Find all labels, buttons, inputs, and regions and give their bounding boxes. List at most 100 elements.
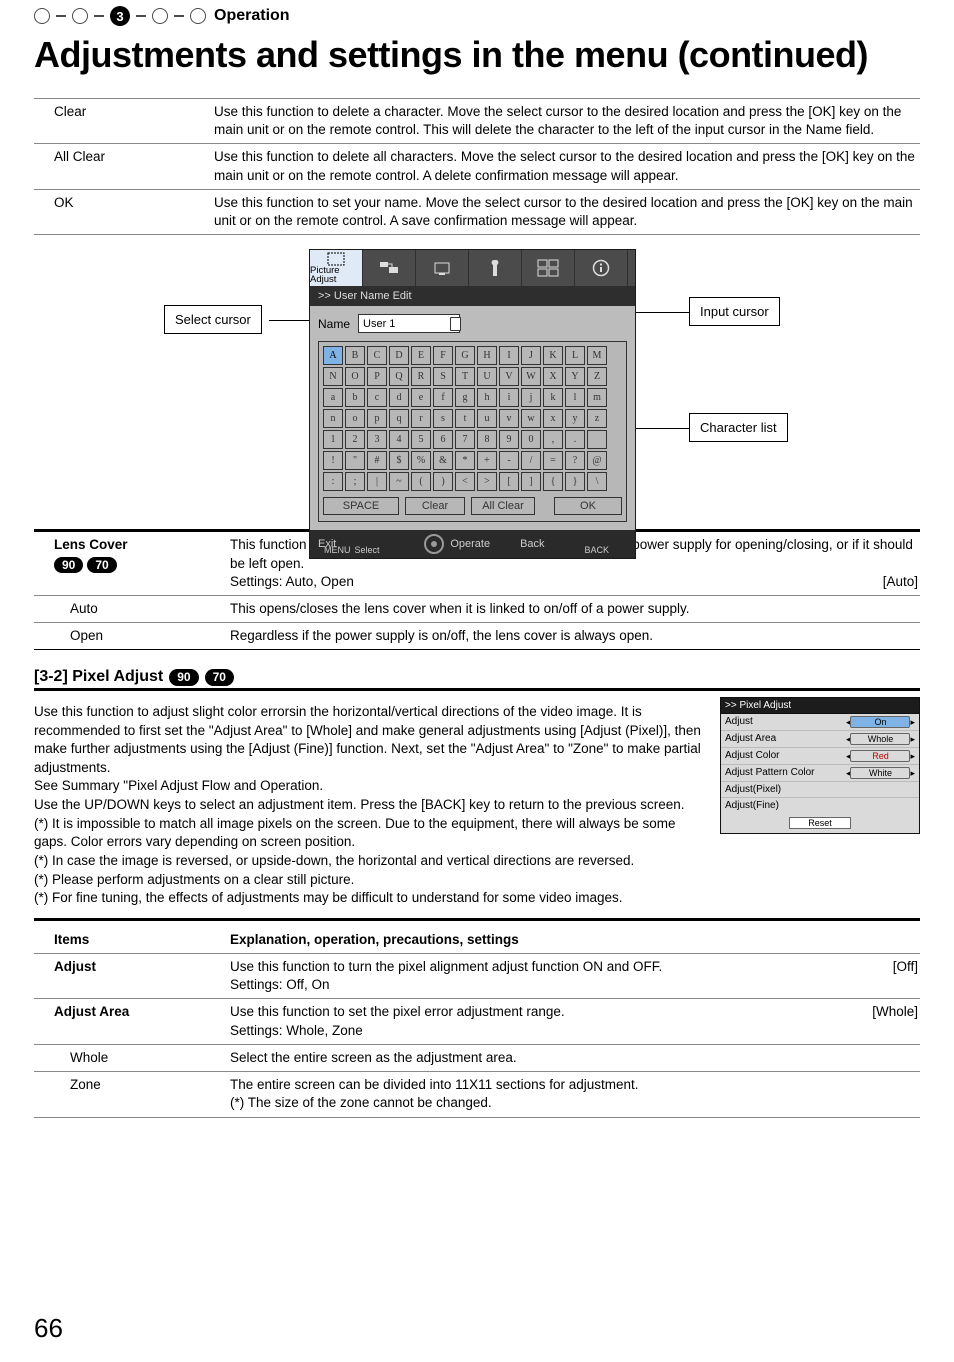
osd-char-key[interactable]: > xyxy=(477,472,497,491)
osd-char-key[interactable]: % xyxy=(411,451,431,470)
osd-char-key[interactable]: v xyxy=(499,409,519,428)
osd-char-key[interactable]: s xyxy=(433,409,453,428)
osd-char-key[interactable]: / xyxy=(521,451,541,470)
osd-char-key[interactable]: W xyxy=(521,367,541,386)
osd-char-key[interactable]: V xyxy=(499,367,519,386)
osd-char-key[interactable]: G xyxy=(455,346,475,365)
osd-tab-grid[interactable] xyxy=(522,250,575,286)
osd-char-key[interactable]: 7 xyxy=(455,430,475,449)
osd-tab-info[interactable] xyxy=(575,250,628,286)
mini-osd-reset-button[interactable]: Reset xyxy=(789,817,851,829)
osd-char-key[interactable]: ~ xyxy=(389,472,409,491)
osd-char-key[interactable]: 0 xyxy=(521,430,541,449)
osd-char-key[interactable]: 4 xyxy=(389,430,409,449)
osd-char-key[interactable]: T xyxy=(455,367,475,386)
osd-allclear-button[interactable]: All Clear xyxy=(471,497,535,515)
osd-char-key[interactable]: f xyxy=(433,388,453,407)
osd-char-key[interactable]: O xyxy=(345,367,365,386)
osd-ok-button[interactable]: OK xyxy=(554,497,622,515)
osd-char-key[interactable]: h xyxy=(477,388,497,407)
osd-char-key[interactable]: { xyxy=(543,472,563,491)
osd-char-key[interactable]: * xyxy=(455,451,475,470)
osd-char-key[interactable]: u xyxy=(477,409,497,428)
osd-tab-input[interactable] xyxy=(363,250,416,286)
osd-char-key[interactable]: F xyxy=(433,346,453,365)
osd-char-key[interactable]: K xyxy=(543,346,563,365)
osd-char-key[interactable]: [ xyxy=(499,472,519,491)
osd-char-key[interactable]: l xyxy=(565,388,585,407)
osd-char-key[interactable]: j xyxy=(521,388,541,407)
osd-char-key[interactable]: i xyxy=(499,388,519,407)
osd-char-key[interactable]: @ xyxy=(587,451,607,470)
osd-char-key[interactable]: : xyxy=(323,472,343,491)
osd-char-key[interactable]: H xyxy=(477,346,497,365)
osd-char-key[interactable]: J xyxy=(521,346,541,365)
osd-char-key[interactable]: ] xyxy=(521,472,541,491)
osd-char-key[interactable]: 6 xyxy=(433,430,453,449)
osd-name-input[interactable]: User 1 xyxy=(358,314,460,333)
osd-char-key[interactable]: R xyxy=(411,367,431,386)
osd-char-key[interactable]: Q xyxy=(389,367,409,386)
osd-char-key[interactable]: } xyxy=(565,472,585,491)
osd-char-key[interactable]: M xyxy=(587,346,607,365)
osd-char-key[interactable]: , xyxy=(543,430,563,449)
osd-char-key[interactable]: X xyxy=(543,367,563,386)
osd-char-key[interactable]: - xyxy=(499,451,519,470)
osd-char-key[interactable]: e xyxy=(411,388,431,407)
osd-char-key[interactable]: I xyxy=(499,346,519,365)
osd-char-key[interactable]: r xyxy=(411,409,431,428)
osd-char-key[interactable]: g xyxy=(455,388,475,407)
osd-char-key[interactable]: 3 xyxy=(367,430,387,449)
osd-char-key[interactable]: q xyxy=(389,409,409,428)
osd-char-key[interactable]: D xyxy=(389,346,409,365)
osd-char-key[interactable]: N xyxy=(323,367,343,386)
osd-space-button[interactable]: SPACE xyxy=(323,497,399,515)
osd-char-key[interactable]: y xyxy=(565,409,585,428)
osd-char-key[interactable]: + xyxy=(477,451,497,470)
osd-char-key[interactable]: Z xyxy=(587,367,607,386)
osd-char-key[interactable]: < xyxy=(455,472,475,491)
osd-char-key[interactable]: E xyxy=(411,346,431,365)
osd-char-key[interactable]: p xyxy=(367,409,387,428)
osd-char-key[interactable]: ! xyxy=(323,451,343,470)
osd-tab-picture-adjust[interactable]: Picture Adjust xyxy=(310,250,363,286)
osd-char-key[interactable]: o xyxy=(345,409,365,428)
osd-char-key[interactable]: 1 xyxy=(323,430,343,449)
mini-osd-chip[interactable]: On xyxy=(850,716,910,728)
osd-char-key[interactable]: d xyxy=(389,388,409,407)
osd-char-key[interactable]: & xyxy=(433,451,453,470)
osd-char-key[interactable]: 9 xyxy=(499,430,519,449)
osd-char-key[interactable]: 5 xyxy=(411,430,431,449)
osd-char-key[interactable] xyxy=(587,430,607,449)
osd-char-key[interactable]: w xyxy=(521,409,541,428)
osd-char-key[interactable]: z xyxy=(587,409,607,428)
osd-clear-button[interactable]: Clear xyxy=(405,497,465,515)
osd-char-key[interactable]: x xyxy=(543,409,563,428)
osd-char-key[interactable]: k xyxy=(543,388,563,407)
osd-char-key[interactable]: \ xyxy=(587,472,607,491)
osd-char-key[interactable]: A xyxy=(323,346,343,365)
osd-tab-settings2[interactable] xyxy=(416,250,469,286)
osd-char-key[interactable]: n xyxy=(323,409,343,428)
osd-tab-tool[interactable] xyxy=(469,250,522,286)
osd-char-key[interactable]: " xyxy=(345,451,365,470)
mini-osd-chip[interactable]: Whole xyxy=(850,733,910,745)
osd-char-key[interactable]: B xyxy=(345,346,365,365)
osd-char-key[interactable]: ? xyxy=(565,451,585,470)
osd-char-key[interactable]: a xyxy=(323,388,343,407)
osd-char-key[interactable]: 8 xyxy=(477,430,497,449)
osd-char-key[interactable]: C xyxy=(367,346,387,365)
osd-char-key[interactable]: # xyxy=(367,451,387,470)
osd-char-key[interactable]: c xyxy=(367,388,387,407)
osd-char-key[interactable]: $ xyxy=(389,451,409,470)
osd-char-key[interactable]: ( xyxy=(411,472,431,491)
osd-char-key[interactable]: U xyxy=(477,367,497,386)
osd-char-key[interactable]: 2 xyxy=(345,430,365,449)
mini-osd-chip[interactable]: White xyxy=(850,767,910,779)
osd-char-key[interactable]: L xyxy=(565,346,585,365)
osd-char-key[interactable]: . xyxy=(565,430,585,449)
osd-char-key[interactable]: b xyxy=(345,388,365,407)
osd-char-key[interactable]: ) xyxy=(433,472,453,491)
osd-char-key[interactable]: P xyxy=(367,367,387,386)
osd-char-key[interactable]: | xyxy=(367,472,387,491)
